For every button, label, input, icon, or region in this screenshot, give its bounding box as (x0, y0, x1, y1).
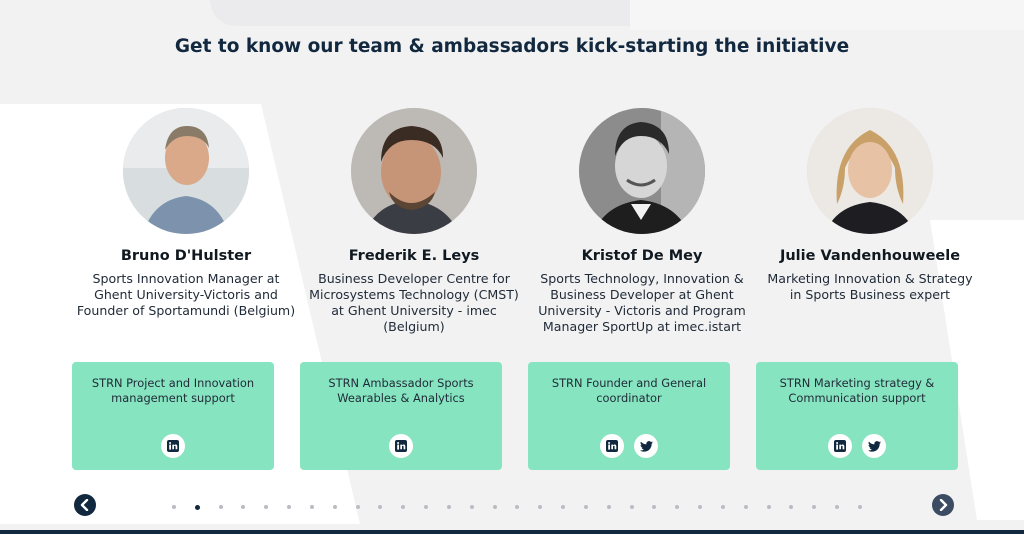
role-box-text: STRN Marketing strategy & Communication … (779, 376, 935, 405)
carousel-pagination (172, 504, 862, 510)
background-shape (630, 0, 1024, 30)
twitter-icon (867, 440, 881, 452)
carousel-dot[interactable] (355, 505, 360, 509)
carousel-dot[interactable] (675, 505, 680, 509)
carousel-dot[interactable] (332, 505, 337, 509)
role-box-text: STRN Ambassador Sports Wearables & Analy… (328, 376, 474, 405)
carousel-dot[interactable] (218, 505, 223, 509)
avatar (807, 108, 933, 234)
social-links (72, 434, 274, 458)
carousel-dot[interactable] (561, 505, 566, 509)
carousel-next-button[interactable] (932, 494, 954, 516)
bottom-divider (0, 530, 1024, 534)
linkedin-link[interactable] (828, 434, 852, 458)
carousel-dot[interactable] (492, 505, 497, 509)
team-card: Julie Vandenhouweele Marketing Innovatio… (756, 108, 984, 472)
team-member-role: Sports Technology, Innovation & Business… (538, 271, 746, 334)
carousel-dot[interactable] (309, 505, 314, 509)
carousel-dot[interactable] (264, 505, 269, 509)
carousel-dot[interactable] (401, 505, 406, 509)
linkedin-icon (167, 440, 179, 452)
carousel-dot[interactable] (446, 505, 451, 509)
carousel-dot[interactable] (241, 505, 246, 509)
role-box: STRN Marketing strategy & Communication … (756, 362, 958, 470)
team-card: Bruno D'Hulster Sports Innovation Manage… (72, 108, 300, 472)
avatar (351, 108, 477, 234)
carousel-dot[interactable] (789, 505, 794, 509)
carousel-prev-button[interactable] (74, 494, 96, 516)
carousel-dot[interactable] (606, 505, 611, 509)
carousel-dot[interactable] (766, 505, 771, 509)
team-member-name: Bruno D'Hulster (120, 248, 252, 264)
role-box-text: STRN Project and Innovation management s… (91, 376, 255, 405)
carousel-dot[interactable] (812, 505, 817, 509)
team-member-name: Frederik E. Leys (348, 248, 480, 264)
carousel-dot[interactable] (835, 505, 840, 509)
role-box-text: STRN Founder and General coordinator (551, 376, 707, 405)
carousel-dot[interactable] (720, 505, 725, 509)
team-member-name: Kristof De Mey (581, 248, 703, 264)
carousel-dot[interactable] (538, 505, 543, 509)
linkedin-link[interactable] (161, 434, 185, 458)
chevron-left-icon (80, 499, 89, 511)
twitter-link[interactable] (634, 434, 658, 458)
team-member-name: Julie Vandenhouweele (779, 248, 961, 264)
carousel-dot[interactable] (698, 505, 703, 509)
carousel-dot[interactable] (652, 505, 657, 509)
role-box: STRN Project and Innovation management s… (72, 362, 274, 470)
social-links (528, 434, 730, 458)
carousel-dot[interactable] (194, 504, 200, 510)
linkedin-link[interactable] (600, 434, 624, 458)
team-member-role: Sports Innovation Manager at Ghent Unive… (76, 271, 296, 318)
team-member-role: Marketing Innovation & Strategy in Sport… (767, 271, 973, 302)
linkedin-icon (395, 440, 407, 452)
carousel-dot[interactable] (469, 505, 474, 509)
role-box: STRN Ambassador Sports Wearables & Analy… (300, 362, 502, 470)
carousel-dot[interactable] (583, 505, 588, 509)
carousel-dot[interactable] (857, 505, 862, 509)
linkedin-icon (606, 440, 618, 452)
team-card: Frederik E. Leys Business Developer Cent… (300, 108, 528, 472)
avatar (123, 108, 249, 234)
linkedin-link[interactable] (389, 434, 413, 458)
social-links (756, 434, 958, 458)
twitter-link[interactable] (862, 434, 886, 458)
team-member-role: Business Developer Centre for Microsyste… (309, 271, 519, 334)
carousel-dot[interactable] (287, 505, 292, 509)
carousel-dot[interactable] (743, 505, 748, 509)
team-card: Kristof De Mey Sports Technology, Innova… (528, 108, 756, 472)
social-links (300, 434, 502, 458)
carousel-dot[interactable] (629, 505, 634, 509)
twitter-icon (639, 440, 653, 452)
carousel-dot[interactable] (424, 505, 429, 509)
section-heading: Get to know our team & ambassadors kick-… (174, 36, 850, 57)
carousel-dot[interactable] (172, 505, 176, 509)
role-box: STRN Founder and General coordinator (528, 362, 730, 470)
avatar (579, 108, 705, 234)
background-shape (210, 0, 640, 26)
carousel-dot[interactable] (515, 505, 520, 509)
carousel-dot[interactable] (378, 505, 383, 509)
linkedin-icon (834, 440, 846, 452)
chevron-right-icon (939, 499, 948, 511)
